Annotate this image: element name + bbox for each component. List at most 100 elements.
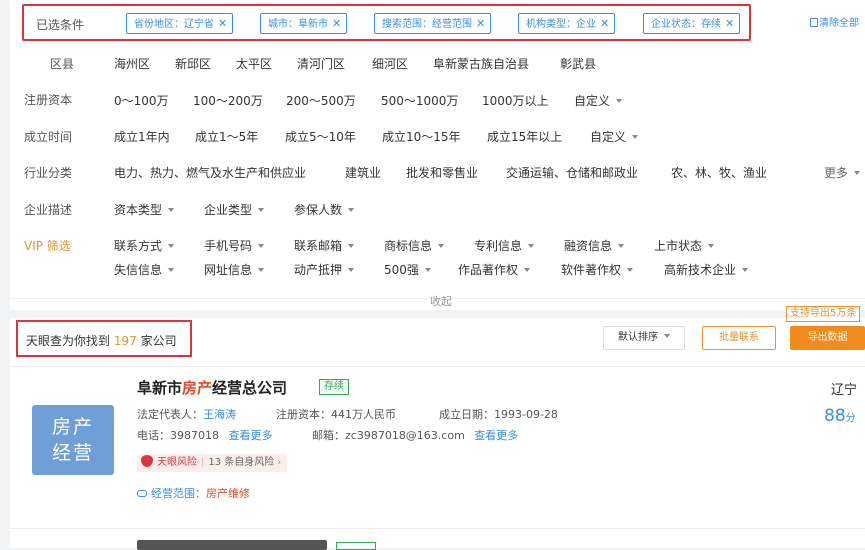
name-highlight: 房产: [182, 379, 213, 397]
close-icon[interactable]: ✕: [332, 17, 341, 30]
vip-dropdown[interactable]: 手机号码: [204, 237, 265, 254]
dropdown-label: 商标信息: [384, 239, 433, 253]
industry-option[interactable]: 建筑业: [345, 164, 381, 181]
clear-all-label: 清除全部: [819, 18, 859, 29]
vip-dropdown[interactable]: 商标信息: [384, 237, 445, 254]
established-custom-dropdown[interactable]: 自定义: [590, 128, 639, 145]
next-company-name[interactable]: [137, 540, 327, 550]
risk-badge[interactable]: 天眼风险 | 13 条自身风险 ›: [137, 454, 288, 472]
company-logo[interactable]: 房产 经营: [32, 405, 114, 475]
vip-dropdown[interactable]: 专利信息: [474, 237, 535, 254]
filter-tag-status[interactable]: 企业状态：存续 ✕: [643, 13, 741, 34]
close-icon[interactable]: ✕: [600, 17, 609, 30]
established-option[interactable]: 成立1年内: [114, 128, 170, 145]
filter-tag-org-type[interactable]: 机构类型：企业 ✕: [518, 13, 616, 34]
clear-all-button[interactable]: 清除全部: [810, 14, 859, 29]
vip-dropdown[interactable]: 联系邮箱: [294, 237, 355, 254]
date-info: 成立日期：1993-09-28: [439, 406, 558, 422]
chevron-down-icon: [438, 244, 445, 248]
close-icon[interactable]: ✕: [218, 17, 227, 30]
email-more-link[interactable]: 查看更多: [474, 429, 518, 442]
chevron-down-icon: [528, 244, 535, 248]
filter-tag-province[interactable]: 省份地区：辽宁省 ✕: [126, 13, 234, 34]
custom-label: 自定义: [590, 130, 627, 144]
date-value: 1993-09-28: [494, 408, 558, 421]
vip-dropdown[interactable]: 动产抵押: [294, 261, 355, 278]
count-suffix: 家公司: [140, 334, 177, 348]
close-icon[interactable]: ✕: [476, 17, 485, 30]
capital-option[interactable]: 500～1000万: [381, 92, 458, 109]
selected-conditions-bar: 已选条件 省份地区：辽宁省 ✕ 城市：阜新市 ✕ 搜索范围：经营范围 ✕ 机构类型：企…: [22, 4, 751, 41]
vip-dropdown[interactable]: 融资信息: [564, 237, 625, 254]
filter-label-industry: 行业分类: [24, 166, 73, 180]
dropdown-label: 融资信息: [564, 239, 613, 253]
vip-dropdown[interactable]: 高新技术企业: [664, 261, 749, 278]
district-option[interactable]: 彰武县: [560, 55, 596, 72]
filter-panel: 已选条件 省份地区：辽宁省 ✕ 城市：阜新市 ✕ 搜索范围：经营范围 ✕ 机构类型：企…: [10, 0, 865, 310]
results-panel: 天眼查为你找到 197 家公司 默认排序 批量联系 支持导出5万条 导出数据 房…: [10, 306, 865, 550]
business-scope: 经营范围：房产维修: [137, 485, 250, 501]
dropdown-label: 上市状态: [654, 239, 703, 253]
company-type-dropdown[interactable]: 企业类型: [204, 201, 265, 218]
capital-option[interactable]: 1000万以上: [482, 92, 549, 109]
district-option[interactable]: 阜新蒙古族自治县: [433, 55, 529, 72]
legal-rep-link[interactable]: 王海涛: [203, 408, 236, 421]
batch-contact-button[interactable]: 批量联系: [702, 326, 776, 350]
capital-option[interactable]: 100～200万: [193, 92, 263, 109]
risk-text: 13 条自身风险: [208, 457, 275, 468]
filter-tag-label: 城市：阜新市: [268, 19, 328, 30]
email-info: 邮箱：zc3987018@163.com 查看更多: [312, 427, 518, 443]
company-name-link[interactable]: 阜新市房产经营总公司: [137, 377, 287, 398]
district-option[interactable]: 新邱区: [175, 55, 211, 72]
industry-option[interactable]: 农、林、牧、渔业: [671, 164, 767, 181]
chevron-down-icon: [348, 268, 355, 272]
industry-option[interactable]: 批发和零售业: [406, 164, 478, 181]
name-part: 经营总公司: [212, 379, 288, 397]
vip-dropdown[interactable]: 网址信息: [204, 261, 265, 278]
dropdown-label: 企业类型: [204, 203, 253, 217]
established-option[interactable]: 成立15年以上: [487, 128, 562, 145]
chevron-down-icon: [742, 268, 749, 272]
phone-more-link[interactable]: 查看更多: [229, 429, 273, 442]
score-unit: 分: [845, 413, 856, 424]
established-option[interactable]: 成立10～15年: [382, 128, 461, 145]
dropdown-label: 专利信息: [474, 239, 523, 253]
industry-option[interactable]: 交通运输、仓储和邮政业: [506, 164, 638, 181]
filter-tag-city[interactable]: 城市：阜新市 ✕: [260, 13, 348, 34]
district-option[interactable]: 清河门区: [297, 55, 345, 72]
capital-option[interactable]: 200～500万: [286, 92, 356, 109]
vip-dropdown[interactable]: 失信信息: [114, 261, 175, 278]
risk-brand: 天眼风险: [157, 457, 197, 468]
logo-line: 房产: [51, 416, 94, 438]
collapse-button[interactable]: 收起: [430, 293, 452, 309]
district-option[interactable]: 海州区: [114, 55, 150, 72]
district-option[interactable]: 细河区: [372, 55, 408, 72]
vip-dropdown[interactable]: 软件著作权: [561, 261, 634, 278]
logo-line: 经营: [51, 442, 94, 464]
dropdown-label: 联系邮箱: [294, 239, 343, 253]
vip-dropdown[interactable]: 联系方式: [114, 237, 175, 254]
info-label: 成立日期：: [439, 408, 494, 421]
dropdown-label: 高新技术企业: [664, 263, 737, 277]
filter-label-district: 区县: [50, 57, 75, 71]
export-data-button[interactable]: 导出数据: [790, 326, 865, 350]
vip-dropdown[interactable]: 作品著作权: [458, 261, 531, 278]
industry-option[interactable]: 电力、热力、燃气及水生产和供应业: [114, 164, 306, 181]
filter-tag-search-scope[interactable]: 搜索范围：经营范围 ✕: [374, 13, 492, 34]
capital-custom-dropdown[interactable]: 自定义: [574, 92, 623, 109]
dropdown-label: 资本类型: [114, 203, 163, 217]
sort-dropdown[interactable]: 默认排序: [603, 326, 685, 350]
district-option[interactable]: 太平区: [236, 55, 272, 72]
chevron-down-icon: [524, 268, 531, 272]
established-option[interactable]: 成立1～5年: [195, 128, 258, 145]
insured-count-dropdown[interactable]: 参保人数: [294, 201, 355, 218]
chevron-down-icon: [708, 244, 715, 248]
industry-more-dropdown[interactable]: 更多: [824, 164, 861, 181]
capital-option[interactable]: 0～100万: [114, 92, 169, 109]
close-icon[interactable]: ✕: [725, 17, 734, 30]
capital-type-dropdown[interactable]: 资本类型: [114, 201, 175, 218]
vip-dropdown[interactable]: 500强: [384, 261, 431, 278]
score-value: 88: [824, 406, 846, 426]
established-option[interactable]: 成立5～10年: [285, 128, 356, 145]
vip-dropdown[interactable]: 上市状态: [654, 237, 715, 254]
